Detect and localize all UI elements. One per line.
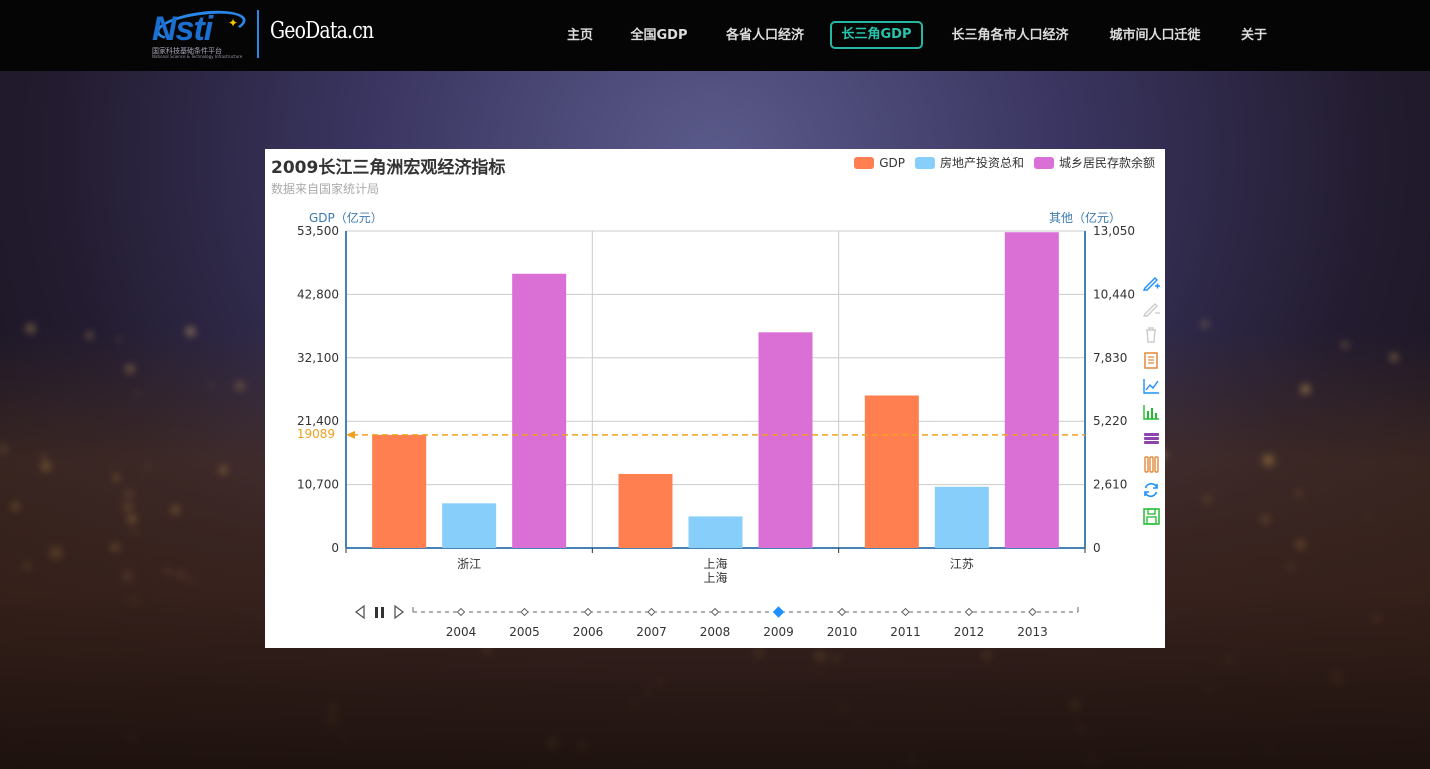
bar-chart-icon[interactable]	[1141, 402, 1161, 422]
y-left-tick-label: 0	[331, 541, 339, 555]
bar-2-江苏[interactable]	[1004, 232, 1059, 548]
timeline-node-2006[interactable]	[583, 607, 593, 617]
bar-1-上海[interactable]	[688, 516, 743, 548]
timeline-next-icon[interactable]	[394, 604, 405, 620]
timeline-node-2010[interactable]	[837, 607, 847, 617]
nav-about[interactable]: 关于	[1236, 22, 1272, 50]
stack-icon[interactable]	[1141, 428, 1161, 448]
save-image-icon[interactable]	[1141, 506, 1161, 526]
timeline-node-2011[interactable]	[901, 607, 910, 617]
bar-0-江苏[interactable]	[864, 395, 919, 548]
logo-star-icon: ✦	[228, 16, 239, 30]
site-name[interactable]: GeoData.cn	[270, 18, 374, 44]
chart-title: 2009长江三角洲宏观经济指标	[271, 158, 506, 178]
legend-label-deposits: 城乡居民存款余额	[1058, 156, 1155, 170]
legend-swatch-real-estate	[914, 156, 935, 169]
bar-2-浙江[interactable]	[512, 273, 567, 548]
logo-divider	[257, 10, 259, 58]
y-right-tick-label: 2,610	[1093, 478, 1127, 492]
y-axis-left-label: GDP（亿元）	[309, 210, 383, 225]
nav-home[interactable]: 主页	[560, 22, 600, 50]
timeline-prev-icon[interactable]	[354, 604, 365, 620]
legend-item-gdp[interactable]: GDP	[854, 154, 905, 171]
chart-panel: GDP（亿元） 其他（亿元） 0 0 10,700 2,610 21,400 5,220 32,…	[265, 149, 1165, 648]
nav-yangtze-delta-gdp[interactable]: 长三角GDP	[830, 21, 923, 49]
legend-item-real-estate[interactable]: 房地产投资总和	[914, 154, 1024, 171]
legend-item-deposits[interactable]: 城乡居民存款余额	[1033, 154, 1155, 171]
timeline-year-label: 2012	[954, 625, 985, 639]
x-category-label: 浙江	[457, 557, 481, 571]
timeline-year-label: 2011	[890, 625, 921, 639]
tiled-icon[interactable]	[1141, 454, 1161, 474]
x-axis-name: 上海	[703, 570, 727, 585]
mark-pen-icon[interactable]	[1141, 272, 1161, 292]
y-left-tick-label: 53,500	[297, 224, 339, 238]
y-axis-right-label: 其他（亿元）	[1049, 210, 1121, 225]
x-category-label: 江苏	[950, 557, 974, 571]
bar-0-上海[interactable]	[618, 473, 673, 548]
bar-1-江苏[interactable]	[934, 486, 989, 548]
chart-legend: GDP 房地产投资总和 城乡居民存款余额	[854, 154, 1155, 171]
timeline-node-2009[interactable]	[772, 606, 785, 618]
data-view-icon[interactable]	[1141, 350, 1161, 370]
x-category-label: 上海	[703, 556, 727, 571]
timeline-node-2007[interactable]	[647, 607, 656, 617]
legend-label-gdp: GDP	[879, 155, 905, 170]
markline-label: 19089	[297, 427, 335, 441]
mark-undo-icon[interactable]	[1141, 298, 1161, 318]
bar-2-上海[interactable]	[758, 332, 813, 548]
y-left-tick-label: 10,700	[297, 478, 339, 492]
bar-1-浙江[interactable]	[442, 503, 497, 548]
timeline-year-label: 2006	[573, 625, 604, 639]
top-navbar: Nsti ✦ 国家科技基础条件平台 National Science & Tec…	[0, 0, 1430, 71]
restore-icon[interactable]	[1141, 480, 1161, 500]
timeline-year-label: 2005	[509, 625, 540, 639]
y-right-tick-label: 7,830	[1093, 351, 1127, 365]
timeline-pause-icon[interactable]	[375, 607, 378, 618]
nav-national-gdp[interactable]: 全国GDP	[624, 22, 694, 50]
y-right-tick-label: 5,220	[1093, 414, 1127, 428]
chart-toolbox	[1141, 272, 1161, 532]
legend-label-real-estate: 房地产投资总和	[939, 156, 1024, 170]
timeline-year-label: 2008	[700, 625, 731, 639]
y-right-tick-label: 0	[1093, 541, 1101, 555]
chart-canvas: GDP（亿元） 其他（亿元）0 010,700 2,61021,400 5,22032,…	[297, 210, 1135, 639]
y-left-tick-label: 42,800	[297, 287, 339, 301]
legend-swatch-gdp	[854, 156, 875, 169]
timeline-year-label: 2010	[827, 625, 858, 639]
legend-swatch-deposits	[1033, 156, 1054, 169]
line-chart-icon[interactable]	[1141, 376, 1161, 396]
timeline-node-2005[interactable]	[520, 607, 529, 617]
nsti-logo[interactable]: Nsti ✦ 国家科技基础条件平台 National Science & Tec…	[152, 5, 248, 60]
nav-delta-cities-population-economy[interactable]: 长三角各市人口经济	[942, 22, 1078, 50]
y-right-tick-label: 10,440	[1093, 287, 1135, 301]
logo-subtitle-en: National Science & Technology Infrastruc…	[152, 54, 243, 59]
timeline-node-2013[interactable]	[1028, 607, 1037, 617]
timeline-year-label: 2009	[763, 625, 794, 639]
logo-mark: Nsti	[152, 10, 213, 48]
mark-clear-icon[interactable]	[1141, 324, 1161, 344]
chart-subtitle: 数据来自国家统计局	[271, 182, 380, 196]
timeline-node-2008[interactable]	[710, 607, 720, 617]
bar-0-浙江[interactable]	[372, 434, 427, 548]
nav-city-migration[interactable]: 城市间人口迁徙	[1100, 22, 1210, 50]
y-right-tick-label: 13,050	[1093, 224, 1135, 238]
nav-province-population-economy[interactable]: 各省人口经济	[718, 22, 812, 50]
y-left-tick-label: 32,100	[297, 351, 339, 365]
timeline-year-label: 2013	[1017, 625, 1048, 639]
timeline-year-label: 2007	[636, 625, 667, 639]
timeline-year-label: 2004	[446, 625, 477, 639]
timeline-pause-icon-bar[interactable]	[381, 607, 384, 618]
markline-arrow	[346, 430, 355, 439]
timeline-node-2004[interactable]	[456, 607, 466, 617]
timeline-node-2012[interactable]	[964, 607, 974, 617]
